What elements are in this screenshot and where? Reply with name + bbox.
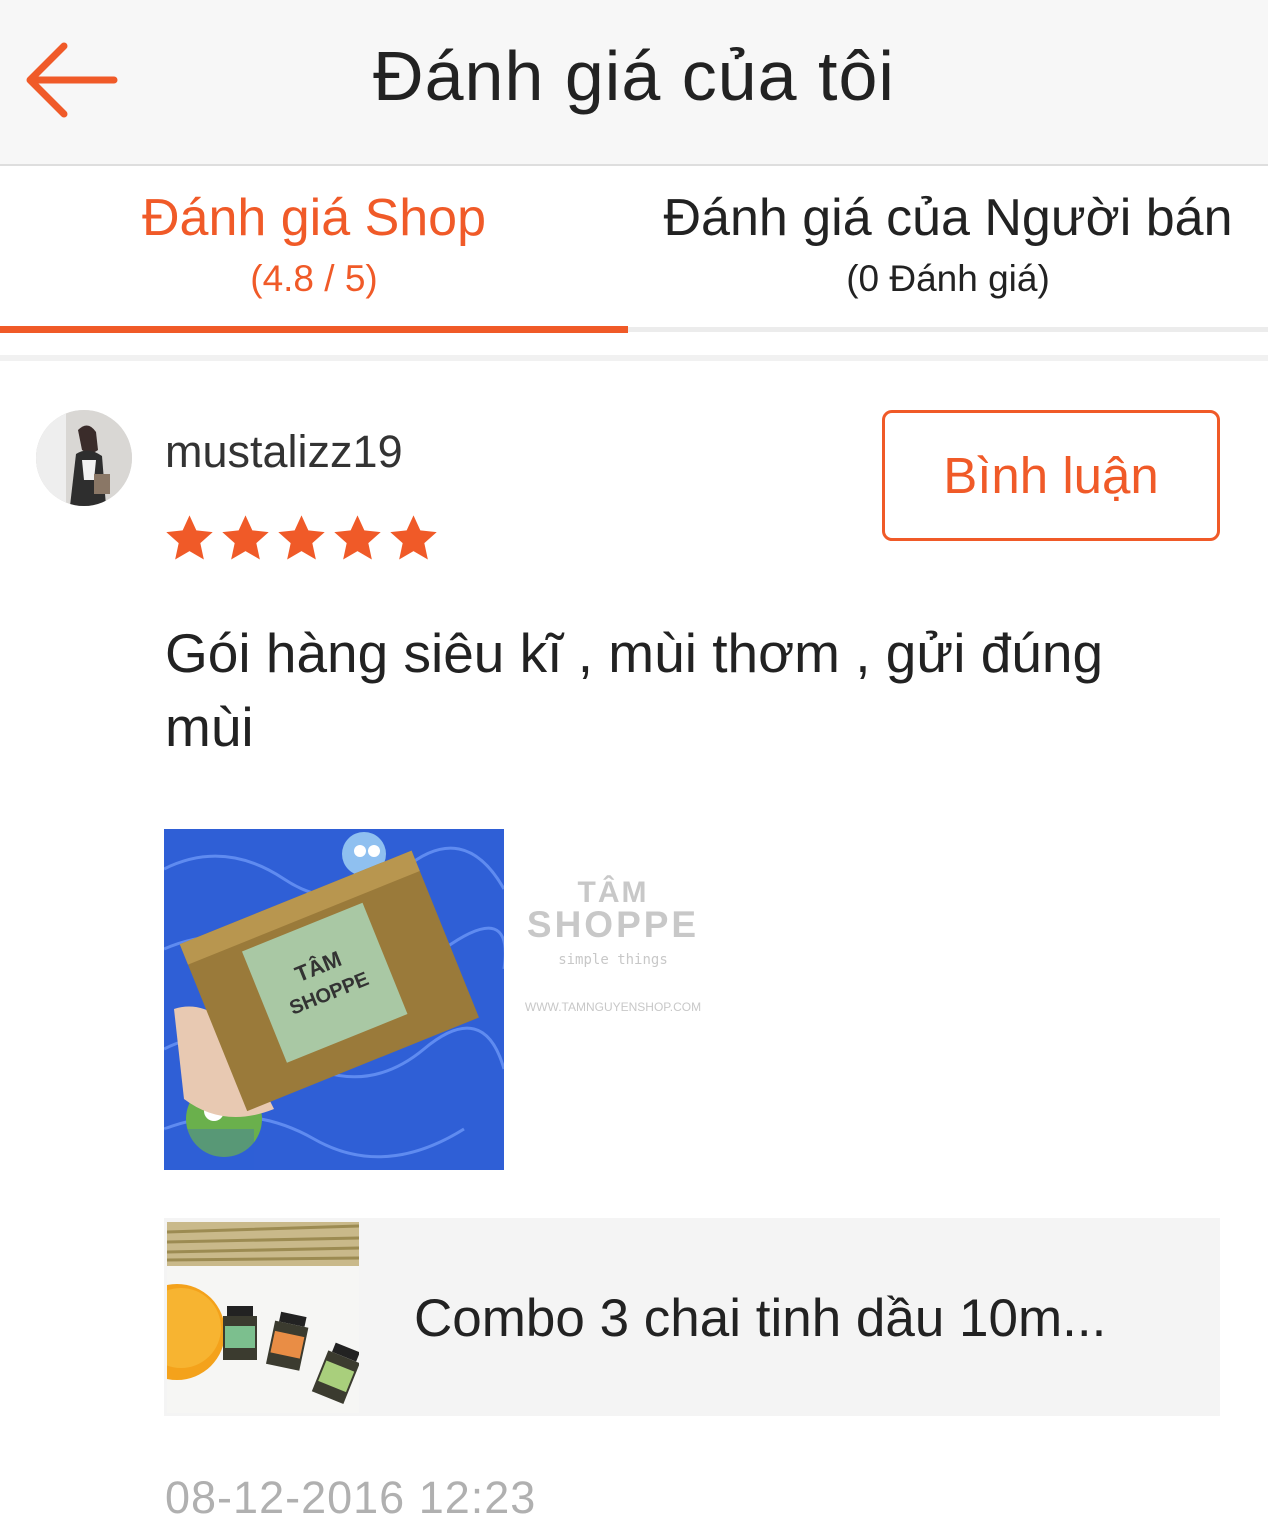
review-timestamp: 08-12-2016 12:23 — [165, 1472, 537, 1523]
tab-bar: Đánh giá Shop (4.8 / 5) Đánh giá của Ngư… — [0, 168, 1268, 333]
shop-watermark-logo: TÂM SHOPPE simple things WWW.TAMNGUYENSH… — [508, 876, 718, 1016]
watermark-line2: SHOPPE — [526, 904, 700, 945]
avatar-image — [36, 410, 132, 506]
tab-seller-reviews[interactable]: Đánh giá của Người bán (0 Đánh giá) — [628, 168, 1268, 333]
review-photo-image: TÂM SHOPPE — [164, 829, 504, 1170]
tab-shop-reviews[interactable]: Đánh giá Shop (4.8 / 5) — [0, 168, 628, 333]
star-icon — [163, 512, 216, 565]
review-photo[interactable]: TÂM SHOPPE — [164, 829, 504, 1170]
reviewer-username: mustalizz19 — [165, 426, 403, 477]
section-separator — [0, 355, 1268, 361]
product-name: Combo 3 chai tinh dầu 10m... — [414, 1289, 1107, 1348]
star-rating — [163, 512, 440, 565]
tab-seller-label: Đánh giá của Người bán — [663, 189, 1233, 247]
tab-divider — [628, 327, 1268, 332]
review-text: Gói hàng siêu kĩ , mùi thơm , gửi đúng m… — [165, 622, 1104, 758]
product-thumbnail — [167, 1222, 359, 1413]
watermark-tagline: simple things — [558, 952, 668, 968]
star-icon — [275, 512, 328, 565]
star-icon — [219, 512, 272, 565]
star-icon — [387, 512, 440, 565]
product-card[interactable]: Combo 3 chai tinh dầu 10m... — [164, 1218, 1220, 1416]
app-header: Đánh giá của tôi — [0, 0, 1268, 166]
star-icon — [331, 512, 384, 565]
active-tab-indicator — [0, 326, 628, 333]
tab-shop-label: Đánh giá Shop — [141, 189, 487, 247]
page-title: Đánh giá của tôi — [373, 37, 895, 115]
tab-seller-count: (0 Đánh giá) — [846, 258, 1050, 299]
tab-shop-rating: (4.8 / 5) — [250, 258, 378, 299]
watermark-url: WWW.TAMNGUYENSHOP.COM — [524, 1000, 702, 1014]
avatar[interactable] — [36, 410, 132, 506]
comment-button[interactable]: Bình luận — [882, 410, 1220, 541]
